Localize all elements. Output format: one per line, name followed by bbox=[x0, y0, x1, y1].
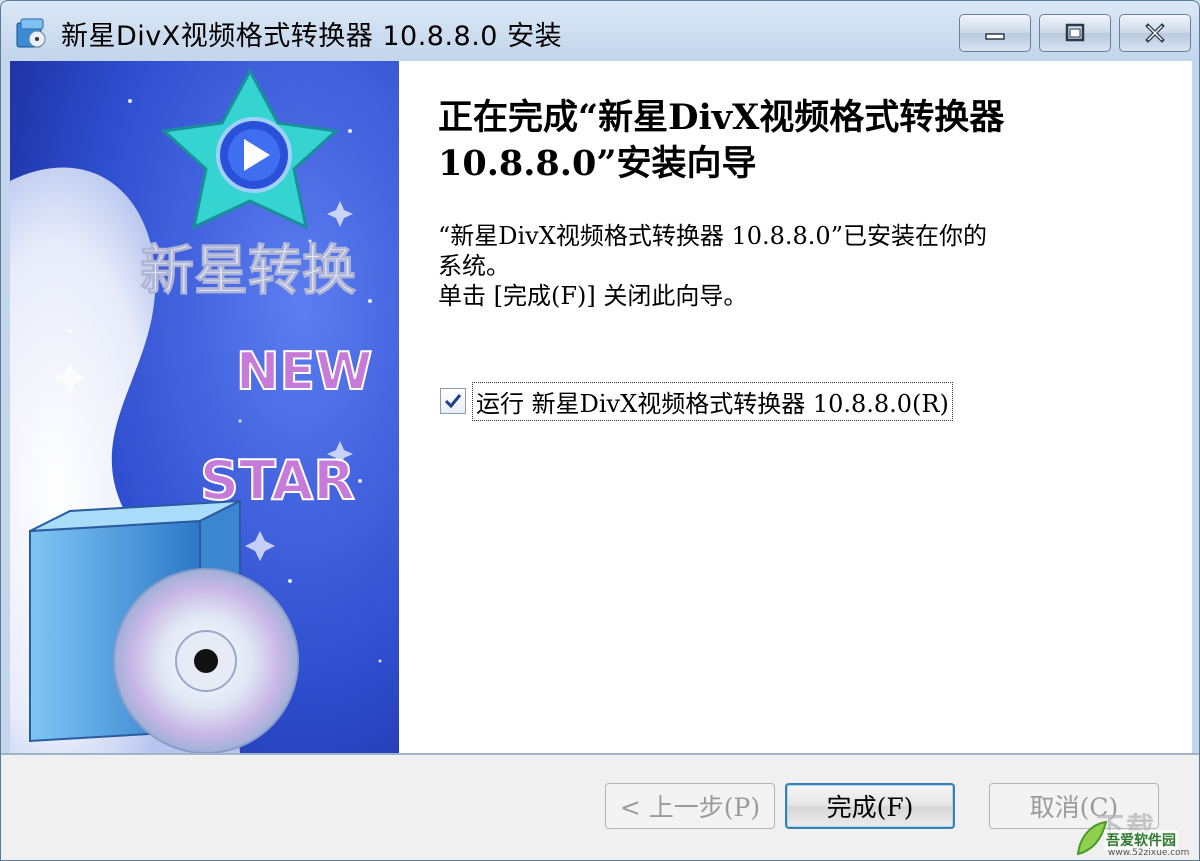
back-button[interactable]: < 上一步(P) bbox=[605, 783, 775, 829]
installer-app-icon bbox=[16, 18, 46, 48]
run-app-checkbox[interactable] bbox=[440, 388, 466, 414]
close-button[interactable] bbox=[1119, 14, 1191, 52]
banner-image: 新星转换 NEW STAR bbox=[10, 61, 399, 753]
finish-button[interactable]: 完成(F) bbox=[785, 783, 955, 829]
installer-window: 新星DivX视频格式转换器 10.8.8.0 安装 新星转换 NEW STAR … bbox=[0, 0, 1200, 861]
window-title: 新星DivX视频格式转换器 10.8.8.0 安装 bbox=[61, 21, 563, 52]
maximize-button[interactable] bbox=[1039, 14, 1111, 52]
desc-line-2: 系统。 bbox=[438, 252, 510, 280]
close-icon bbox=[1145, 23, 1165, 43]
desc-line-1: “新星DivX视频格式转换器 10.8.8.0”已安装在你的 bbox=[438, 222, 987, 250]
heading-line-2: 10.8.8.0”安装向导 bbox=[438, 143, 757, 184]
checkmark-icon bbox=[444, 394, 462, 409]
heading-line-1: 正在完成“新星DivX视频格式转换器 bbox=[438, 97, 1005, 138]
title-bar[interactable]: 新星DivX视频格式转换器 10.8.8.0 安装 bbox=[1, 1, 1199, 61]
watermark-line-2: 吾爱软件园 bbox=[1104, 830, 1178, 850]
banner-text-new: NEW bbox=[236, 342, 372, 402]
wizard-footer: < 上一步(P) 完成(F) 取消(C) bbox=[1, 756, 1199, 860]
wizard-content: 新星转换 NEW STAR 正在完成“新星DivX视频格式转换器 10.8.8.… bbox=[10, 61, 1192, 753]
minimize-button[interactable] bbox=[959, 14, 1031, 52]
run-app-label[interactable]: 运行 新星DivX视频格式转换器 10.8.8.0(R) bbox=[472, 381, 953, 421]
desc-line-3: 单击 [完成(F)] 关闭此向导。 bbox=[438, 282, 748, 310]
banner-graphic: 新星转换 NEW STAR bbox=[10, 61, 399, 753]
site-watermark: 下载 吾爱软件园 www.52zixue.com bbox=[1074, 804, 1199, 860]
minimize-icon bbox=[985, 33, 1005, 40]
watermark-line-3: www.52zixue.com bbox=[1108, 848, 1190, 858]
completion-description: “新星DivX视频格式转换器 10.8.8.0”已安装在你的 系统。 单击 [完… bbox=[438, 221, 1138, 311]
page-heading: 正在完成“新星DivX视频格式转换器 10.8.8.0”安装向导 bbox=[438, 95, 1158, 187]
maximize-icon bbox=[1065, 23, 1085, 42]
banner-text-cn: 新星转换 bbox=[140, 239, 356, 302]
cd-disc-icon bbox=[113, 568, 299, 753]
run-app-option[interactable]: 运行 新星DivX视频格式转换器 10.8.8.0(R) bbox=[440, 381, 953, 421]
